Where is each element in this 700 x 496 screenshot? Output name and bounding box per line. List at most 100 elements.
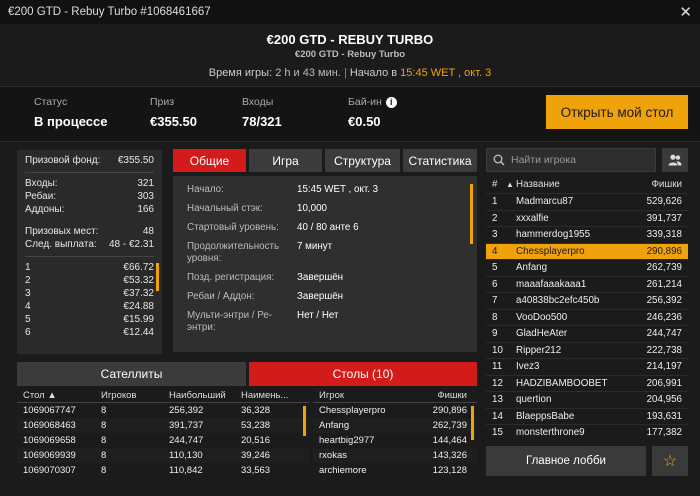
payout-row: 4 €24.88 <box>25 301 154 312</box>
table-row[interactable]: 11 Ivez3 214,197 <box>486 358 688 375</box>
tables-header: Стол ▲ Игроков Наибольший Наимень... <box>17 388 309 403</box>
prize-block: Приз €355.50 <box>150 96 197 129</box>
fund-label: Призовой фонд: <box>25 155 101 166</box>
table-row[interactable]: 1069068463 8 391,737 53,238 <box>17 418 309 433</box>
col-table[interactable]: Стол ▲ <box>17 388 93 402</box>
general-details-panel: Начало: 15:45 WET , окт. 3 Начальный стэк… <box>173 176 477 352</box>
details-scrollbar[interactable] <box>470 184 473 244</box>
detail-row: Продолжительность уровня: 7 минут <box>187 241 333 264</box>
table-row[interactable]: 1069069658 8 244,747 20,516 <box>17 433 309 448</box>
col-player[interactable]: Игрок <box>313 388 423 402</box>
window-titlebar: €200 GTD - Rebuy Turbo #1068461667 ✕ <box>0 0 700 24</box>
col-players[interactable]: Игроков <box>93 388 169 402</box>
tab-general[interactable]: Общие <box>173 149 246 172</box>
list-item[interactable]: Chessplayerpro 290,896 <box>313 403 477 418</box>
table-row[interactable]: 2 xxxalfie 391,737 <box>486 209 688 227</box>
col-min[interactable]: Наимень... <box>241 388 303 402</box>
players-header: # ▲ Название Фишки <box>486 177 688 193</box>
table-row[interactable]: 6 maaafaaakaaa1 261,214 <box>486 275 688 293</box>
list-item[interactable]: Anfang 262,739 <box>313 418 477 433</box>
info-icon[interactable]: i <box>385 96 397 108</box>
payout-row: 6 €12.44 <box>25 327 154 338</box>
next-payout-label: След. выплата: <box>25 239 97 250</box>
favorite-button[interactable]: ☆ <box>652 446 688 476</box>
payout-row: 2 €53.32 <box>25 275 154 286</box>
detail-row: Позд. регистрация: Завершён <box>187 272 344 283</box>
start-label: Начало в <box>349 67 398 79</box>
tab-satellites[interactable]: Сателлиты <box>17 362 246 386</box>
table-row[interactable]: 9 GladHeAter 244,747 <box>486 325 688 342</box>
table-row-selected[interactable]: 4 Chessplayerpro 290,896 <box>486 242 688 259</box>
list-item[interactable]: rxokas 143,326 <box>313 448 477 463</box>
tournament-time-info: Время игры: 2 h и 43 мин. | Начало в 15:… <box>208 67 492 79</box>
table-row[interactable]: 7 a40838bc2efc450b 256,392 <box>486 292 688 309</box>
col-rank[interactable]: # <box>486 177 502 193</box>
addons-label: Аддоны: <box>25 204 65 215</box>
tab-structure[interactable]: Структура <box>325 149 400 172</box>
close-icon[interactable]: ✕ <box>679 3 692 21</box>
open-my-table-button[interactable]: Открыть мой стол <box>546 95 688 129</box>
prize-label: Приз <box>150 96 175 108</box>
entries-label: Входы <box>242 96 274 108</box>
col-max[interactable]: Наибольший <box>169 388 241 402</box>
players-button[interactable] <box>662 148 688 172</box>
prize-value: €355.50 <box>150 114 197 129</box>
rebuys-label: Ребаи: <box>25 191 57 202</box>
buyin-label: Бай-ин <box>348 96 382 108</box>
player-search <box>486 148 656 172</box>
table-row[interactable]: 8 VooDoo500 246,236 <box>486 308 688 326</box>
table-row[interactable]: 1069067747 8 256,392 36,328 <box>17 403 309 418</box>
list-item[interactable]: archiemore 123,128 <box>313 463 477 478</box>
table-row[interactable]: 13 quertion 204,956 <box>486 391 688 408</box>
table-row[interactable]: 3 hammerdog1955 339,318 <box>486 226 688 243</box>
users-icon <box>668 154 682 166</box>
table-row[interactable]: 10 Ripper212 222,738 <box>486 341 688 359</box>
col-player-chips[interactable]: Фишки <box>634 177 682 193</box>
tables-list[interactable]: Стол ▲ Игроков Наибольший Наимень... 106… <box>17 388 309 478</box>
col-chips[interactable]: Фишки <box>423 388 467 402</box>
table-row[interactable]: 1069070307 8 110,842 33,563 <box>17 463 309 478</box>
entries-count: 321 <box>137 178 154 189</box>
players-list[interactable]: # ▲ Название Фишки 1 Madmarcu87 529,626 2x… <box>486 177 688 441</box>
tab-tables[interactable]: Столы (10) <box>249 362 477 386</box>
table-row[interactable]: 1069069939 8 110,130 39,246 <box>17 448 309 463</box>
tournament-subtitle: €200 GTD - Rebuy Turbo <box>294 49 406 60</box>
table-row[interactable]: 15 monsterthrone9 177,382 <box>486 424 688 441</box>
detail-row: Начало: 15:45 WET , окт. 3 <box>187 184 379 195</box>
info-tabs: Общие Игра Структура Статистика <box>173 149 477 172</box>
prize-panel: Призовой фонд: €355.50 Входы: 321 Ребаи: 30… <box>17 150 162 354</box>
tab-game[interactable]: Игра <box>249 149 322 172</box>
status-block: Статус В процессе <box>34 96 107 129</box>
table-players-scrollbar[interactable] <box>471 406 474 440</box>
fund-value: €355.50 <box>117 155 154 166</box>
col-name[interactable]: Название <box>516 177 634 193</box>
payout-row: 3 €37.32 <box>25 288 154 299</box>
table-players-list[interactable]: Игрок Фишки Chessplayerpro 290,896 Anfang… <box>313 388 477 478</box>
detail-row: Ребаи / Аддон: Завершён <box>187 291 344 302</box>
tables-scrollbar[interactable] <box>303 406 306 436</box>
buyin-value: €0.50 <box>348 114 381 129</box>
payouts-list[interactable]: 1 €66.72 2 €53.32 3 €37.32 4 €24.88 5 €15.99 … <box>25 261 159 339</box>
entries-label: Входы: <box>25 178 58 189</box>
tab-statistics[interactable]: Статистика <box>403 149 477 172</box>
table-players-header: Игрок Фишки <box>313 388 477 403</box>
detail-row: Мульти-энтри / Ре-энтри: Нет / Нет <box>187 310 339 333</box>
list-item[interactable]: heartbig2977 144,464 <box>313 433 477 448</box>
table-row[interactable]: 12 HADZIBAMBOOBET 206,991 <box>486 374 688 392</box>
main-lobby-button[interactable]: Главное лобби <box>486 446 646 476</box>
rebuys-count: 303 <box>137 191 154 202</box>
tournament-title: €200 GTD - REBUY TURBO <box>266 32 434 47</box>
table-row[interactable]: 5 Anfang 262,739 <box>486 259 688 276</box>
tournament-header: €200 GTD - REBUY TURBO €200 GTD - Rebuy … <box>0 24 700 86</box>
next-payout-value: 48 - €2.31 <box>108 239 154 250</box>
table-row[interactable]: 14 BlaeppsBabe 193,631 <box>486 407 688 425</box>
places-count: 48 <box>142 226 154 237</box>
payouts-scrollbar[interactable] <box>156 263 159 291</box>
search-input[interactable] <box>511 154 641 166</box>
addons-count: 166 <box>137 204 154 215</box>
search-icon <box>493 154 505 166</box>
info-bar: Статус В процессе Приз €355.50 Входы 78/… <box>0 86 700 142</box>
entries-value: 78/321 <box>242 114 282 129</box>
sort-asc-icon[interactable]: ▲ <box>502 177 516 193</box>
table-row[interactable]: 1 Madmarcu87 529,626 <box>486 193 688 210</box>
